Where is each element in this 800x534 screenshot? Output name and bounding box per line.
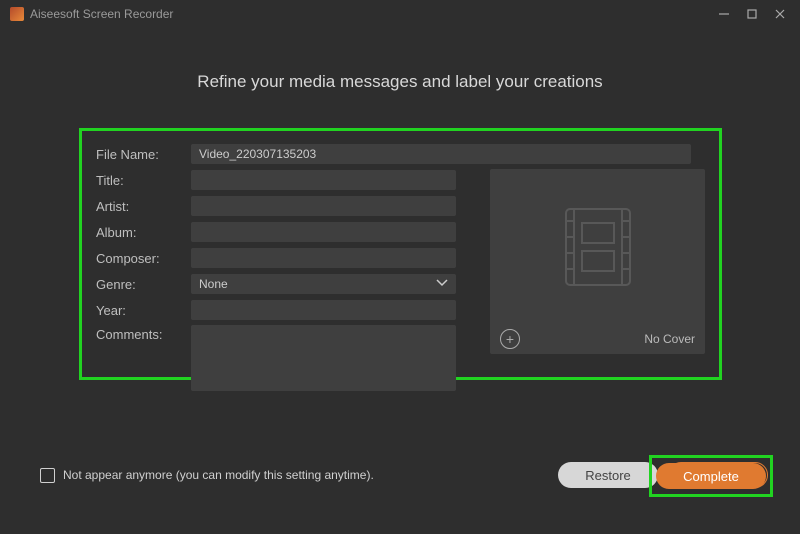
film-placeholder-icon — [548, 197, 648, 297]
titlebar: Aiseesoft Screen Recorder — [0, 0, 800, 28]
label-album: Album: — [96, 225, 191, 240]
app-icon — [10, 7, 24, 21]
not-appear-checkbox[interactable]: Not appear anymore (you can modify this … — [40, 468, 374, 483]
row-file-name: File Name: — [96, 143, 705, 165]
label-comments: Comments: — [96, 325, 191, 391]
label-artist: Artist: — [96, 199, 191, 214]
cover-box: + No Cover — [490, 169, 705, 354]
minimize-button[interactable] — [710, 4, 738, 24]
complete-highlight: Complete — [649, 455, 773, 497]
page-heading: Refine your media messages and label you… — [0, 72, 800, 92]
label-file-name: File Name: — [96, 147, 191, 162]
select-genre[interactable]: None — [191, 274, 456, 294]
label-composer: Composer: — [96, 251, 191, 266]
window-title: Aiseesoft Screen Recorder — [30, 7, 173, 21]
no-cover-label: No Cover — [644, 332, 695, 346]
window-controls — [710, 4, 794, 24]
chevron-down-icon — [436, 278, 448, 290]
titlebar-left: Aiseesoft Screen Recorder — [10, 7, 173, 21]
input-year[interactable] — [191, 300, 456, 320]
complete-button[interactable]: Complete — [656, 463, 766, 489]
cover-preview — [490, 169, 705, 324]
label-genre: Genre: — [96, 277, 191, 292]
checkbox-box — [40, 468, 55, 483]
input-composer[interactable] — [191, 248, 456, 268]
input-file-name[interactable] — [191, 144, 691, 164]
add-cover-button[interactable]: + — [500, 329, 520, 349]
close-icon — [774, 8, 786, 20]
minimize-icon — [718, 8, 730, 20]
cover-footer: + No Cover — [490, 324, 705, 354]
input-comments[interactable] — [191, 325, 456, 391]
select-genre-value: None — [199, 277, 228, 291]
input-album[interactable] — [191, 222, 456, 242]
close-button[interactable] — [766, 4, 794, 24]
maximize-button[interactable] — [738, 4, 766, 24]
label-title: Title: — [96, 173, 191, 188]
plus-icon: + — [506, 332, 514, 346]
label-year: Year: — [96, 303, 191, 318]
metadata-panel: File Name: Title: Artist: Album: Compose… — [79, 128, 722, 380]
input-artist[interactable] — [191, 196, 456, 216]
checkbox-label: Not appear anymore (you can modify this … — [63, 468, 374, 482]
restore-button[interactable]: Restore — [558, 462, 658, 488]
maximize-icon — [746, 8, 758, 20]
input-title[interactable] — [191, 170, 456, 190]
